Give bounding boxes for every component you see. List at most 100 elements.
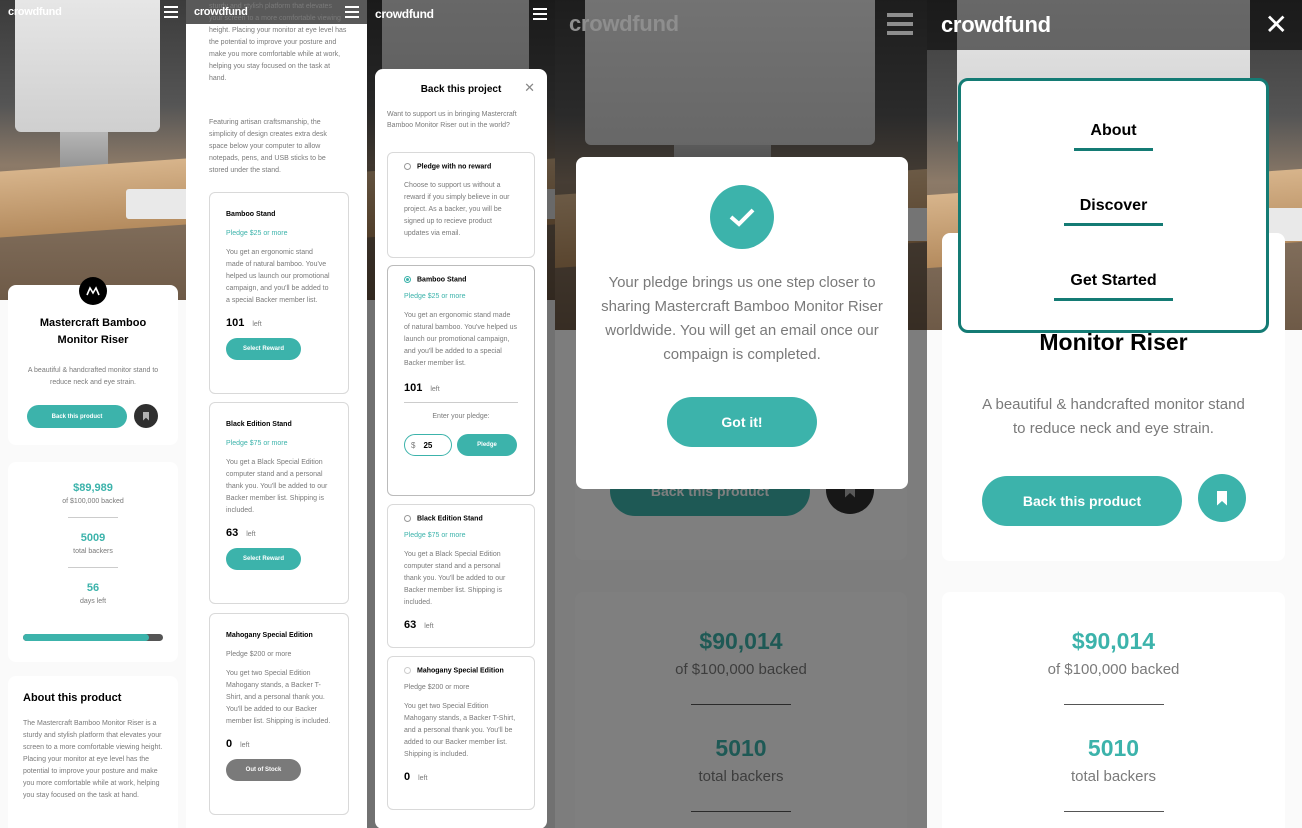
mobile-home-screen: crowdfund Mastercraft Bamboo Monitor Rise… xyxy=(0,0,186,828)
stats-card: $90,014 of $100,000 backed 5010 total ba… xyxy=(942,592,1285,828)
menu-item-about[interactable]: About xyxy=(961,122,1266,151)
radio-button-disabled xyxy=(404,667,411,674)
modal-title: Back this project xyxy=(420,84,502,95)
logo[interactable]: crowdfund xyxy=(375,7,434,21)
pledge-success-screen: crowdfund Back this product $90,014 of $… xyxy=(555,0,927,828)
pledge-option-bamboo[interactable]: Bamboo Stand Pledge $25 or more You get … xyxy=(387,265,535,496)
reward-name: Mahogany Special Edition xyxy=(226,632,313,639)
bookmark-button[interactable] xyxy=(134,404,158,428)
top-nav: crowdfund ✕ xyxy=(927,0,1302,50)
total-backers: 5009 xyxy=(80,532,106,544)
stats-card: $89,989 of $100,000 backed 5009 total ba… xyxy=(8,462,178,662)
option-left: 101 left xyxy=(404,382,440,395)
divider xyxy=(404,402,518,404)
product-description: A beautiful & handcrafted monitor stand … xyxy=(982,396,1245,437)
pledge-input[interactable]: $ 25 xyxy=(404,434,452,457)
reward-description: You get two Special Edition Mahogany sta… xyxy=(226,670,331,725)
option-pledge: Pledge $75 or more xyxy=(404,532,466,540)
mobile-menu-open-screen: crowdfund ✕ Monitor Riser A beautiful & … xyxy=(927,0,1302,828)
product-description: A beautiful & handcrafted monitor stand … xyxy=(27,367,159,386)
option-pledge: Pledge $25 or more xyxy=(404,293,466,301)
out-of-stock-button: Out of Stock xyxy=(226,759,301,781)
radio-button[interactable] xyxy=(404,515,411,522)
hamburger-menu-icon[interactable] xyxy=(887,13,913,35)
divider xyxy=(1063,704,1164,705)
reward-description: You get an ergonomic stand made of natur… xyxy=(226,249,330,304)
pledge-option-mahogany: Mahogany Special Edition Pledge $200 or … xyxy=(387,656,535,810)
menu-item-discover[interactable]: Discover xyxy=(961,197,1266,226)
close-icon[interactable]: ✕ xyxy=(524,81,535,94)
menu-label: Get Started xyxy=(1054,272,1173,301)
option-name: Mahogany Special Edition xyxy=(417,667,504,675)
backers-caption: total backers xyxy=(1070,768,1157,785)
reward-left: 0 left xyxy=(226,738,250,750)
bookmark-icon xyxy=(143,411,149,421)
nav-menu: About Discover Get Started xyxy=(958,78,1269,333)
top-nav: crowdfund xyxy=(0,0,186,24)
back-product-button[interactable]: Back this product xyxy=(982,476,1182,526)
amount-backed: $89,989 xyxy=(73,482,113,494)
menu-item-get-started[interactable]: Get Started xyxy=(961,272,1266,301)
divider xyxy=(68,567,118,568)
option-description: You get an ergonomic stand made of natur… xyxy=(404,312,518,368)
product-title: Mastercraft Bamboo Monitor Riser xyxy=(39,317,147,346)
amount-caption: of $100,000 backed xyxy=(1047,661,1180,678)
select-reward-button[interactable]: Select Reward xyxy=(226,548,301,570)
radio-button[interactable] xyxy=(404,163,411,170)
days-left: 56 xyxy=(86,582,100,594)
hamburger-menu-icon[interactable] xyxy=(345,6,359,18)
reward-card-bamboo: Bamboo Stand Pledge $25 or more You get … xyxy=(209,192,349,394)
reward-pledge: Pledge $75 or more xyxy=(226,440,288,447)
hamburger-menu-icon[interactable] xyxy=(164,6,178,18)
back-product-button[interactable]: Back this product xyxy=(27,405,127,428)
option-left: 0 left xyxy=(404,771,428,784)
reward-name: Bamboo Stand xyxy=(226,211,276,218)
divider xyxy=(68,517,118,518)
menu-label: Discover xyxy=(1063,197,1164,226)
pledge-value: 25 xyxy=(423,440,433,450)
amount-caption: of $100,000 backed xyxy=(62,498,124,505)
total-backers: 5010 xyxy=(1087,735,1140,761)
amount-backed: $90,014 xyxy=(1071,628,1156,654)
progress-bar xyxy=(23,634,163,641)
reward-pledge: Pledge $25 or more xyxy=(226,230,288,237)
close-menu-icon[interactable]: ✕ xyxy=(1265,11,1288,39)
reward-pledge: Pledge $200 or more xyxy=(226,651,292,658)
mastercraft-logo-icon xyxy=(79,277,107,305)
top-nav: crowdfund xyxy=(367,0,555,28)
success-message: Your pledge brings us one step closer to… xyxy=(601,274,883,363)
hamburger-menu-icon[interactable] xyxy=(533,8,547,20)
option-description: You get two Special Edition Mahogany sta… xyxy=(404,703,516,759)
divider xyxy=(1063,811,1164,812)
option-name: Black Edition Stand xyxy=(417,515,483,523)
about-heading: About this product xyxy=(23,692,122,704)
backers-caption: total backers xyxy=(73,548,113,555)
radio-button-selected[interactable] xyxy=(404,276,411,283)
reward-left: 101 left xyxy=(226,317,262,329)
bookmark-button[interactable] xyxy=(1198,474,1246,522)
logo[interactable]: crowdfund xyxy=(569,11,679,37)
mobile-pledge-modal-screen: crowdfund Back this project ✕ Want to su… xyxy=(367,0,555,828)
option-name: Bamboo Stand xyxy=(417,276,467,284)
mobile-rewards-list: crowdfund The Mastercraft Bamboo Monitor… xyxy=(186,0,367,828)
about-card: About this product The Mastercraft Bambo… xyxy=(8,676,178,828)
progress-fill xyxy=(23,634,149,641)
back-project-modal: Back this project ✕ Want to support us i… xyxy=(375,69,547,828)
success-modal: Your pledge brings us one step closer to… xyxy=(576,157,908,489)
pledge-option-black-edition[interactable]: Black Edition Stand Pledge $75 or more Y… xyxy=(387,504,535,648)
option-description: Choose to support us without a reward if… xyxy=(404,182,510,238)
logo[interactable]: crowdfund xyxy=(194,6,248,18)
pledge-option-no-reward[interactable]: Pledge with no reward Choose to support … xyxy=(387,152,535,258)
logo[interactable]: crowdfund xyxy=(8,6,62,18)
reward-left: 63 left xyxy=(226,527,256,539)
days-caption: days left xyxy=(79,598,107,605)
reward-description: You get a Black Special Edition computer… xyxy=(226,459,328,514)
check-icon xyxy=(710,185,774,249)
select-reward-button[interactable]: Select Reward xyxy=(226,338,301,360)
got-it-button[interactable]: Got it! xyxy=(667,397,817,447)
option-name: Pledge with no reward xyxy=(417,163,492,171)
top-nav: crowdfund xyxy=(555,0,927,48)
pledge-button[interactable]: Pledge xyxy=(457,434,517,457)
product-title: Monitor Riser xyxy=(1039,329,1188,355)
logo[interactable]: crowdfund xyxy=(941,12,1051,38)
